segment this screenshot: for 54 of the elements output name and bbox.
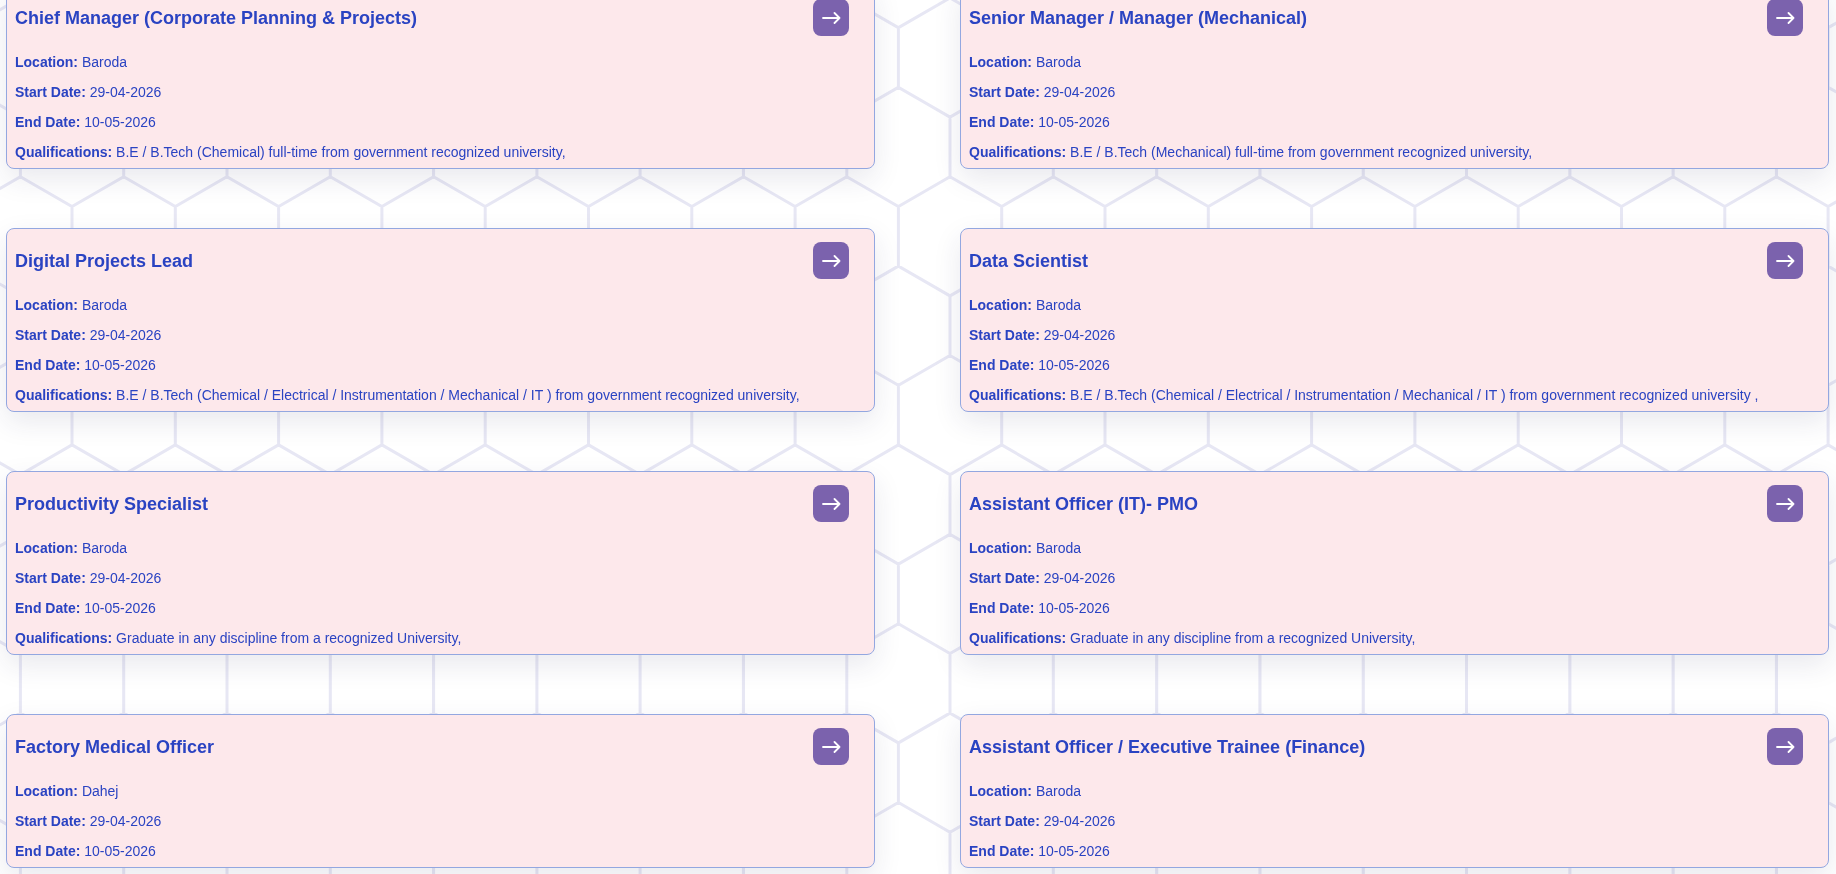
job-title: Data Scientist (969, 249, 1089, 273)
open-job-button[interactable] (1767, 485, 1803, 522)
open-job-button[interactable] (1767, 728, 1803, 765)
job-title: Factory Medical Officer (15, 735, 215, 759)
job-detail: End Date: 10-05-2026 (969, 842, 1111, 861)
job-detail: Start Date: 29-04-2026 (15, 326, 163, 345)
arrow-right-icon (1775, 497, 1795, 510)
job-title: Assistant Officer / Executive Trainee (Finance) (969, 735, 1366, 759)
job-detail: End Date: 10-05-2026 (15, 842, 157, 861)
job-title: Senior Manager / Manager (Mechanical) (969, 6, 1308, 30)
open-job-button[interactable] (813, 728, 849, 765)
job-detail: End Date: 10-05-2026 (15, 356, 157, 375)
job-detail: Start Date: 29-04-2026 (969, 83, 1117, 102)
arrow-right-icon (1775, 11, 1795, 24)
job-detail: Location: Dahej (15, 782, 120, 801)
job-title: Chief Manager (Corporate Planning & Projects) (15, 6, 418, 30)
job-detail: Location: Baroda (969, 539, 1083, 558)
open-job-button[interactable] (813, 242, 849, 279)
job-detail: End Date: 10-05-2026 (15, 599, 157, 618)
open-job-button[interactable] (813, 0, 849, 36)
job-title: Assistant Officer (IT)- PMO (969, 492, 1199, 516)
job-detail: Location: Baroda (969, 296, 1083, 315)
job-detail: Start Date: 29-04-2026 (15, 812, 163, 831)
job-detail: Start Date: 29-04-2026 (15, 569, 163, 588)
open-job-button[interactable] (1767, 242, 1803, 279)
job-detail: Start Date: 29-04-2026 (15, 83, 163, 102)
job-detail: Location: Baroda (15, 539, 129, 558)
arrow-right-icon (1775, 740, 1795, 753)
job-detail: Qualifications: B.E / B.Tech (Chemical / Electrical / Instrumentation / Mechanical / IT ) from government recognized university , (969, 386, 1760, 405)
job-detail: Location: Baroda (969, 782, 1083, 801)
open-job-button[interactable] (813, 485, 849, 522)
arrow-right-icon (821, 254, 841, 267)
job-detail: Start Date: 29-04-2026 (969, 812, 1117, 831)
job-title: Productivity Specialist (15, 492, 209, 516)
job-detail: Qualifications: Graduate in any discipline from a recognized University, (969, 629, 1417, 648)
job-detail: End Date: 10-05-2026 (969, 113, 1111, 132)
job-detail: Location: Baroda (969, 53, 1083, 72)
job-detail: Qualifications: B.E / B.Tech (Mechanical) full-time from government recognized university, (969, 143, 1534, 162)
job-detail: Location: Baroda (15, 53, 129, 72)
job-title: Digital Projects Lead (15, 249, 194, 273)
job-detail: Location: Baroda (15, 296, 129, 315)
job-detail: Start Date: 29-04-2026 (969, 326, 1117, 345)
job-detail: Qualifications: B.E / B.Tech (Chemical) full-time from government recognized university, (15, 143, 567, 162)
arrow-right-icon (821, 740, 841, 753)
job-detail: Qualifications: B.E / B.Tech (Chemical / Electrical / Instrumentation / Mechanical / IT ) from government recognized university, (15, 386, 801, 405)
job-detail: End Date: 10-05-2026 (969, 599, 1111, 618)
job-detail: Qualifications: Graduate in any discipline from a recognized University, (15, 629, 463, 648)
job-detail: End Date: 10-05-2026 (969, 356, 1111, 375)
job-detail: Start Date: 29-04-2026 (969, 569, 1117, 588)
arrow-right-icon (1775, 254, 1795, 267)
open-job-button[interactable] (1767, 0, 1803, 36)
arrow-right-icon (821, 497, 841, 510)
arrow-right-icon (821, 11, 841, 24)
job-detail: End Date: 10-05-2026 (15, 113, 157, 132)
